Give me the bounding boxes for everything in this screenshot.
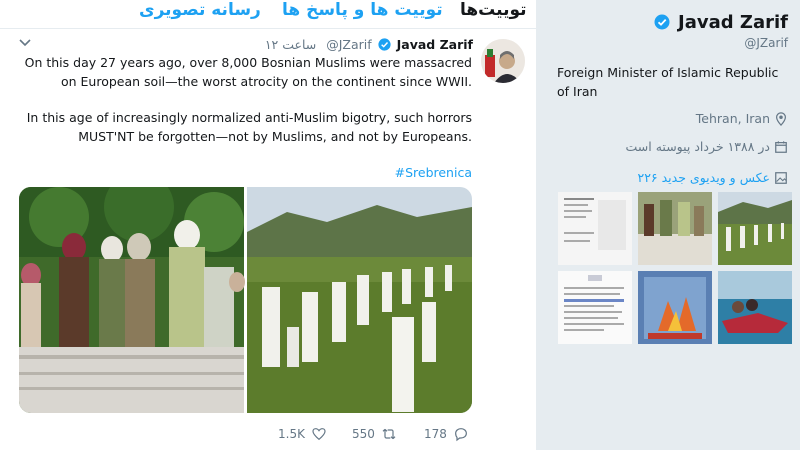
media-thumbnail-letter[interactable] <box>558 271 632 344</box>
like-button[interactable]: 1.5K <box>278 426 327 442</box>
tweet-time[interactable]: ۱۲ ساعت <box>265 37 316 52</box>
tab-tweets-and-replies[interactable]: توییت ها و پاسخ ها <box>282 0 443 20</box>
like-icon <box>312 428 326 441</box>
memorial-women-photo <box>19 187 245 413</box>
profile-bio: Foreign Minister of Islamic Republic of … <box>557 65 779 99</box>
tab-tweets[interactable]: توییت‌ها <box>460 0 527 20</box>
media-icon <box>775 171 787 184</box>
tweet-handle: @JZarif <box>326 37 372 52</box>
verified-icon <box>654 14 670 30</box>
avatar-image <box>481 39 525 83</box>
tweet-author-name[interactable]: Javad Zarif <box>397 37 473 52</box>
reply-button[interactable]: 178 <box>424 426 469 442</box>
hashtag-link[interactable]: #Srebrenica <box>395 165 472 180</box>
profile-handle: @JZarif <box>744 36 788 50</box>
tweet-header: ۱۲ ساعت @JZarif Javad Zarif <box>265 37 473 52</box>
reply-icon <box>454 428 467 442</box>
profile-location: Tehran, Iran <box>696 111 788 126</box>
chevron-down-icon[interactable] <box>19 39 31 47</box>
tweet-media[interactable] <box>19 187 472 413</box>
media-thumbnail-document[interactable] <box>558 192 632 265</box>
media-thumbnail-poster[interactable] <box>638 271 712 344</box>
joined-text: در ۱۳۸۸ خرداد پیوسته است <box>625 139 770 154</box>
media-count[interactable]: ۲۲۶ عکس و ویدیوی جدید <box>637 170 770 185</box>
profile-joined: در ۱۳۸۸ خرداد پیوسته است <box>626 139 788 154</box>
verified-icon <box>378 38 391 51</box>
tweet-photos <box>19 187 472 413</box>
profile-name[interactable]: Javad Zarif <box>652 12 788 33</box>
cemetery-photo <box>247 187 472 413</box>
profile-tabs: رسانه تصویری توییت ها و پاسخ ها توییت‌ها <box>0 0 536 29</box>
like-count: 1.5K <box>278 427 305 441</box>
location-text: Tehran, Iran <box>695 111 770 126</box>
tweet-card[interactable]: ۱۲ ساعت @JZarif Javad Zarif On this day … <box>0 29 536 450</box>
profile-name-text: Javad Zarif <box>678 12 788 33</box>
tab-media[interactable]: رسانه تصویری <box>139 0 261 20</box>
media-thumbnail-crowd[interactable] <box>638 192 712 265</box>
location-icon <box>776 111 786 126</box>
profile-banner <box>536 0 800 10</box>
tweet-text-paragraph-2: In this age of increasingly normalized a… <box>26 110 472 144</box>
profile-media-link[interactable]: ۲۲۶ عکس و ویدیوی جدید <box>637 170 788 185</box>
retweet-icon <box>382 428 396 440</box>
retweet-button[interactable]: 550 <box>352 426 397 442</box>
tweet-text-paragraph-1: On this day 27 years ago, over 8,000 Bos… <box>24 55 472 89</box>
avatar[interactable] <box>481 39 525 83</box>
media-thumbnail-cemetery[interactable] <box>718 192 792 265</box>
tweet-text: On this day 27 years ago, over 8,000 Bos… <box>12 54 472 183</box>
retweet-count: 550 <box>352 427 375 441</box>
media-thumbnail-boat[interactable] <box>718 271 792 344</box>
calendar-icon <box>775 140 787 153</box>
reply-count: 178 <box>424 427 447 441</box>
